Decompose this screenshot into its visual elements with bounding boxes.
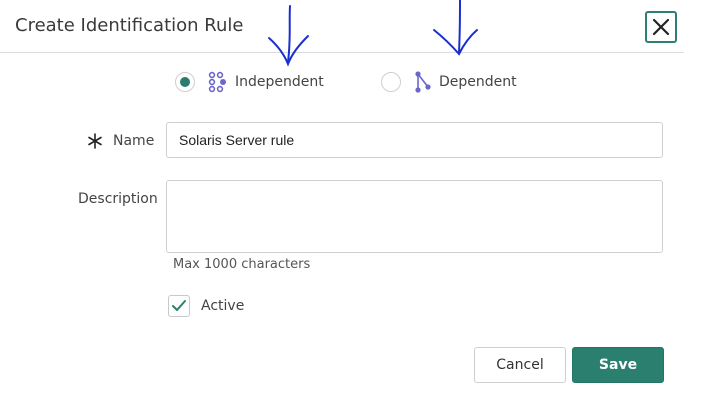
- close-icon: [652, 18, 670, 36]
- description-label: Description: [78, 191, 158, 207]
- name-label: Name: [113, 133, 155, 149]
- active-label: Active: [201, 298, 245, 314]
- radio-option-dependent[interactable]: Dependent: [381, 66, 517, 98]
- cancel-button[interactable]: Cancel: [474, 347, 566, 383]
- dialog-title: Create Identification Rule: [15, 15, 244, 36]
- description-textarea[interactable]: [166, 180, 663, 253]
- active-checkbox[interactable]: [168, 295, 190, 317]
- required-asterisk-icon: [88, 133, 102, 149]
- radio-label-independent: Independent: [235, 74, 324, 90]
- description-character-limit: Max 1000 characters: [173, 257, 311, 272]
- annotation-arrow-independent: [268, 5, 309, 67]
- radio-dependent[interactable]: [381, 72, 401, 92]
- independent-nodes-icon: [208, 71, 226, 93]
- dependent-branch-icon: [415, 71, 431, 93]
- radio-option-independent[interactable]: Independent: [175, 66, 324, 98]
- close-button[interactable]: [645, 11, 677, 43]
- annotation-arrow-dependent: [433, 0, 478, 56]
- checkmark-icon: [172, 300, 186, 311]
- save-button[interactable]: Save: [572, 347, 664, 383]
- radio-independent[interactable]: [175, 72, 195, 92]
- name-input[interactable]: [166, 122, 663, 158]
- radio-label-dependent: Dependent: [439, 74, 517, 90]
- identification-rule-dialog: Create Identification Rule Independent D…: [0, 0, 722, 401]
- dialog-header: Create Identification Rule: [0, 0, 684, 53]
